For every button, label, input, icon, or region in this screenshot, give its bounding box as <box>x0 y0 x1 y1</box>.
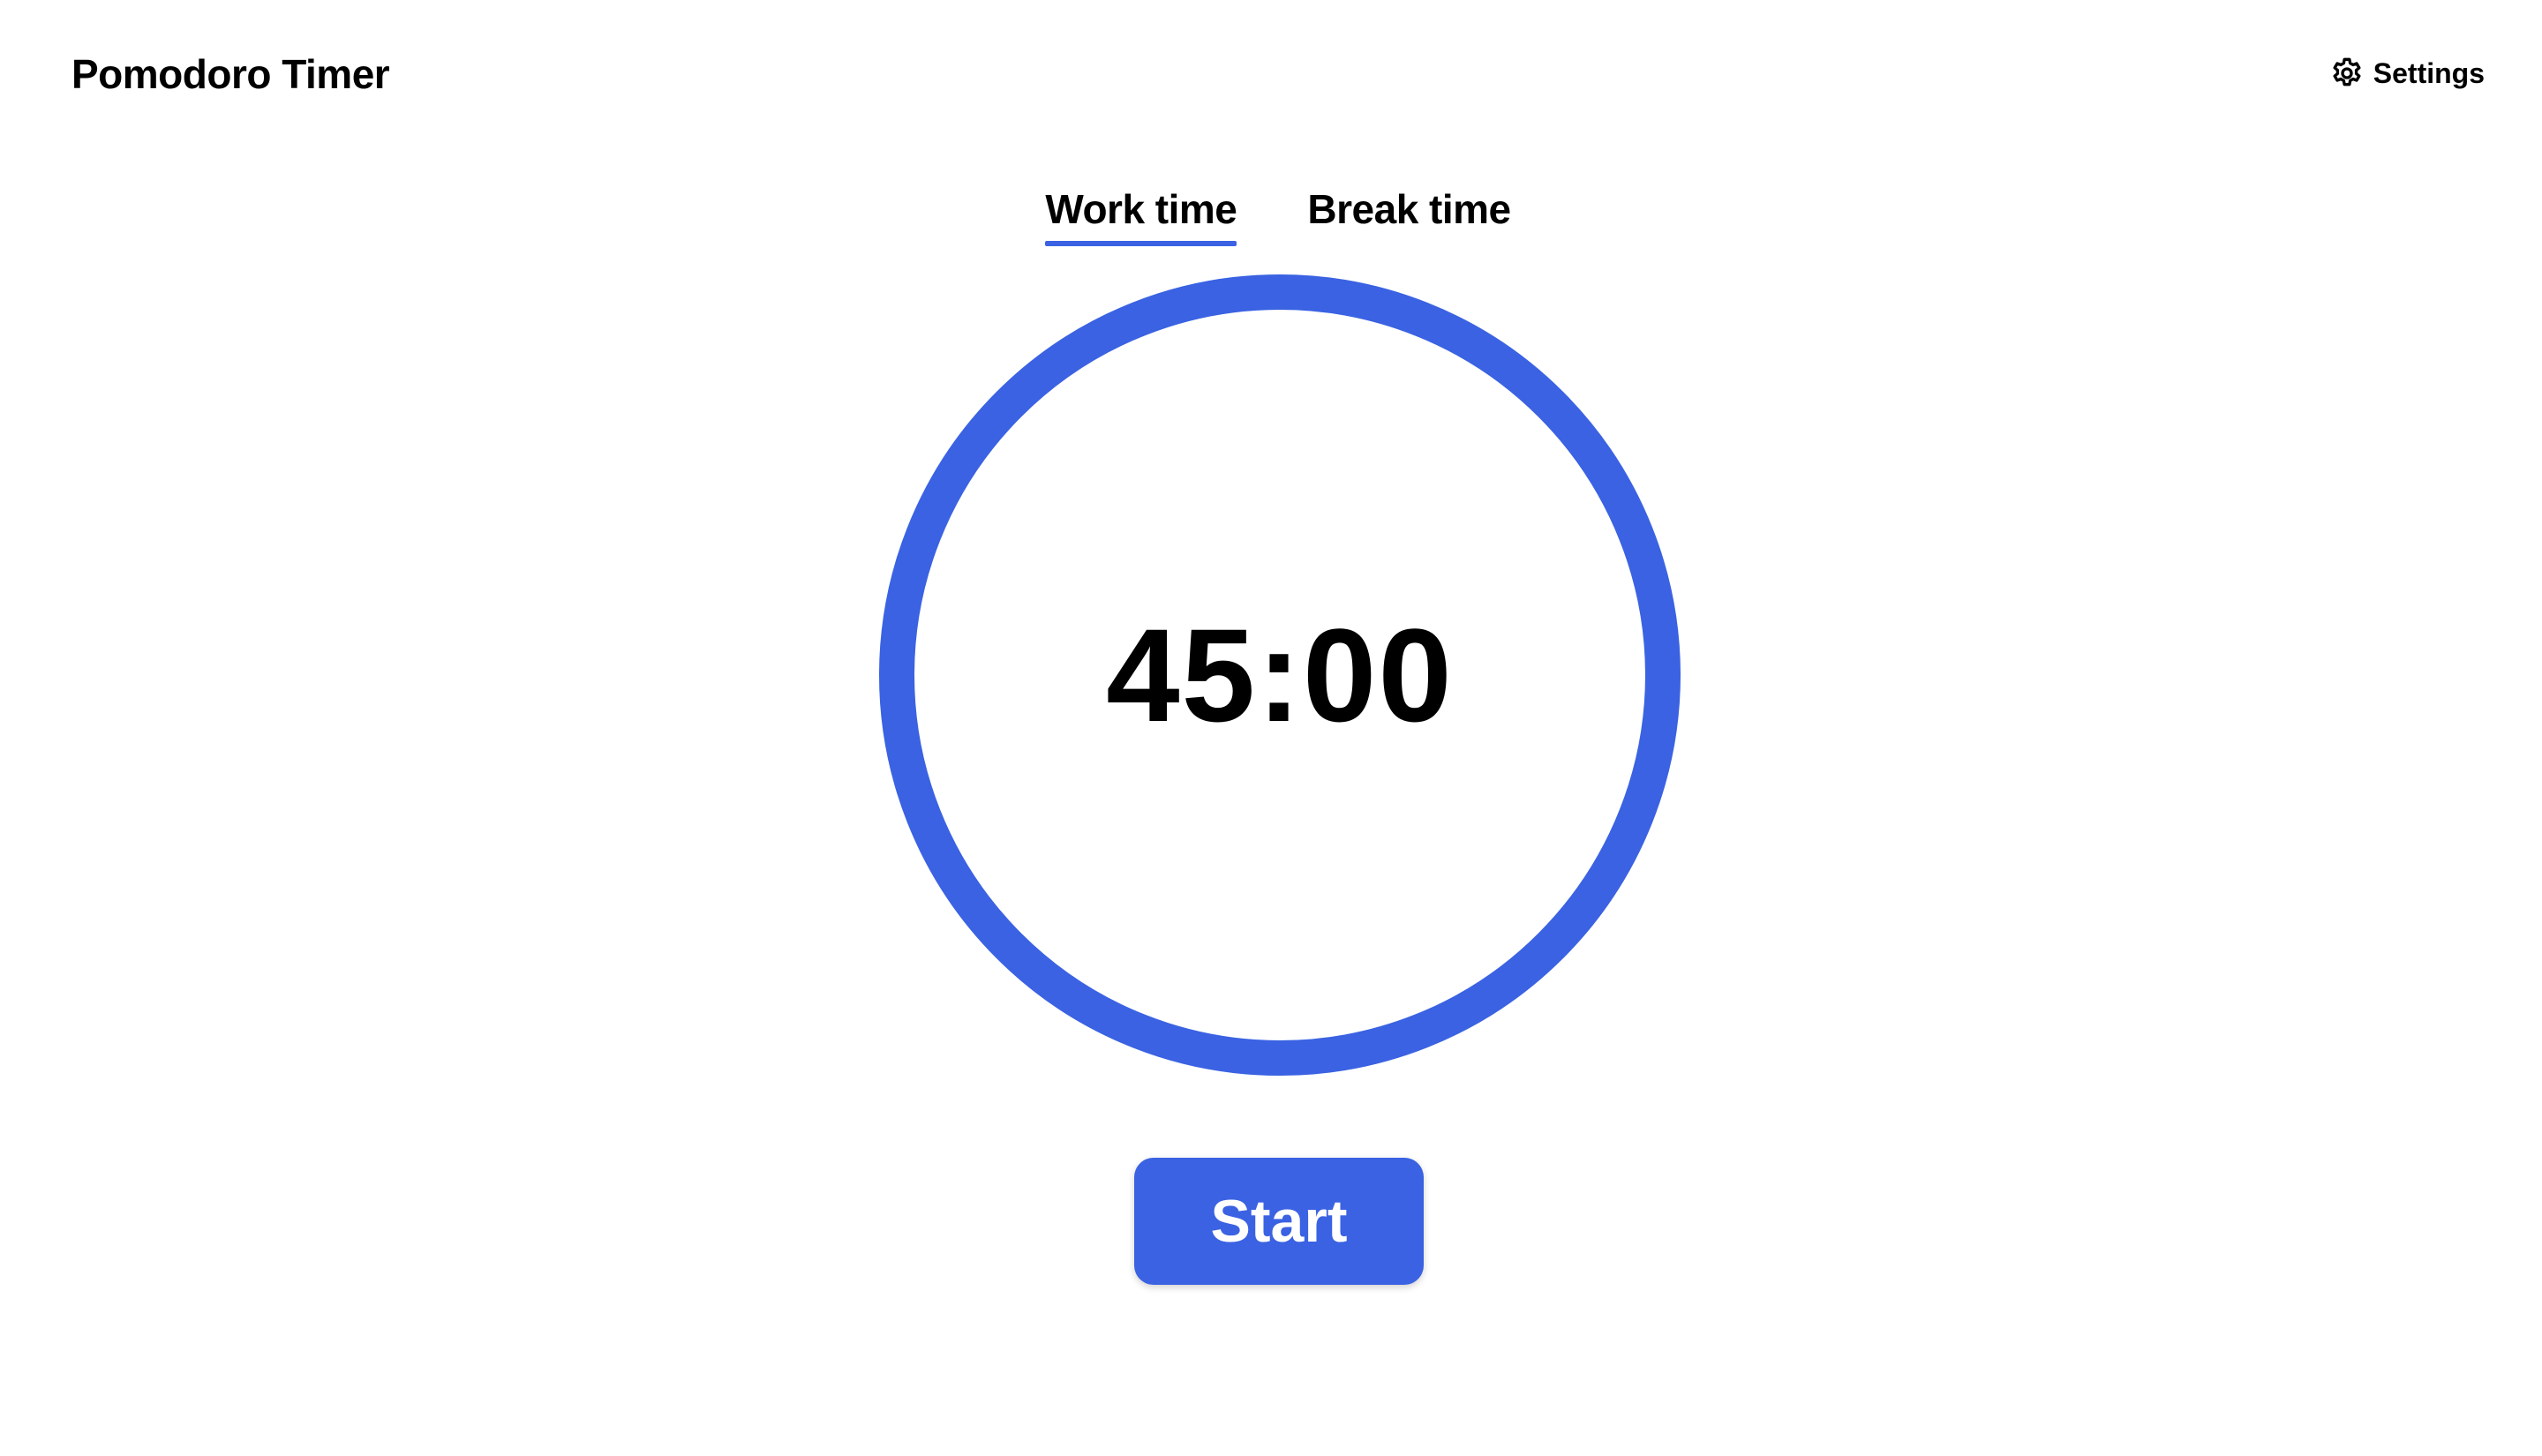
start-button[interactable]: Start <box>1134 1158 1424 1285</box>
timer-display: 45:00 <box>1106 601 1454 749</box>
app-title: Pomodoro Timer <box>71 51 390 97</box>
start-button-label: Start <box>1210 1188 1348 1255</box>
gear-icon <box>2333 57 2361 86</box>
settings-button[interactable]: Settings <box>2329 51 2485 95</box>
timer-ring: 45:00 <box>878 274 1681 1077</box>
tab-work-time-label: Work time <box>1045 186 1237 232</box>
tab-break-time-label: Break time <box>1307 186 1511 232</box>
tab-break-time[interactable]: Break time <box>1307 181 1511 243</box>
tab-work-time[interactable]: Work time <box>1045 181 1237 246</box>
settings-label: Settings <box>2373 57 2485 89</box>
active-tab-underline <box>1045 241 1237 246</box>
mode-tabs: Work time Break time <box>0 181 2542 246</box>
